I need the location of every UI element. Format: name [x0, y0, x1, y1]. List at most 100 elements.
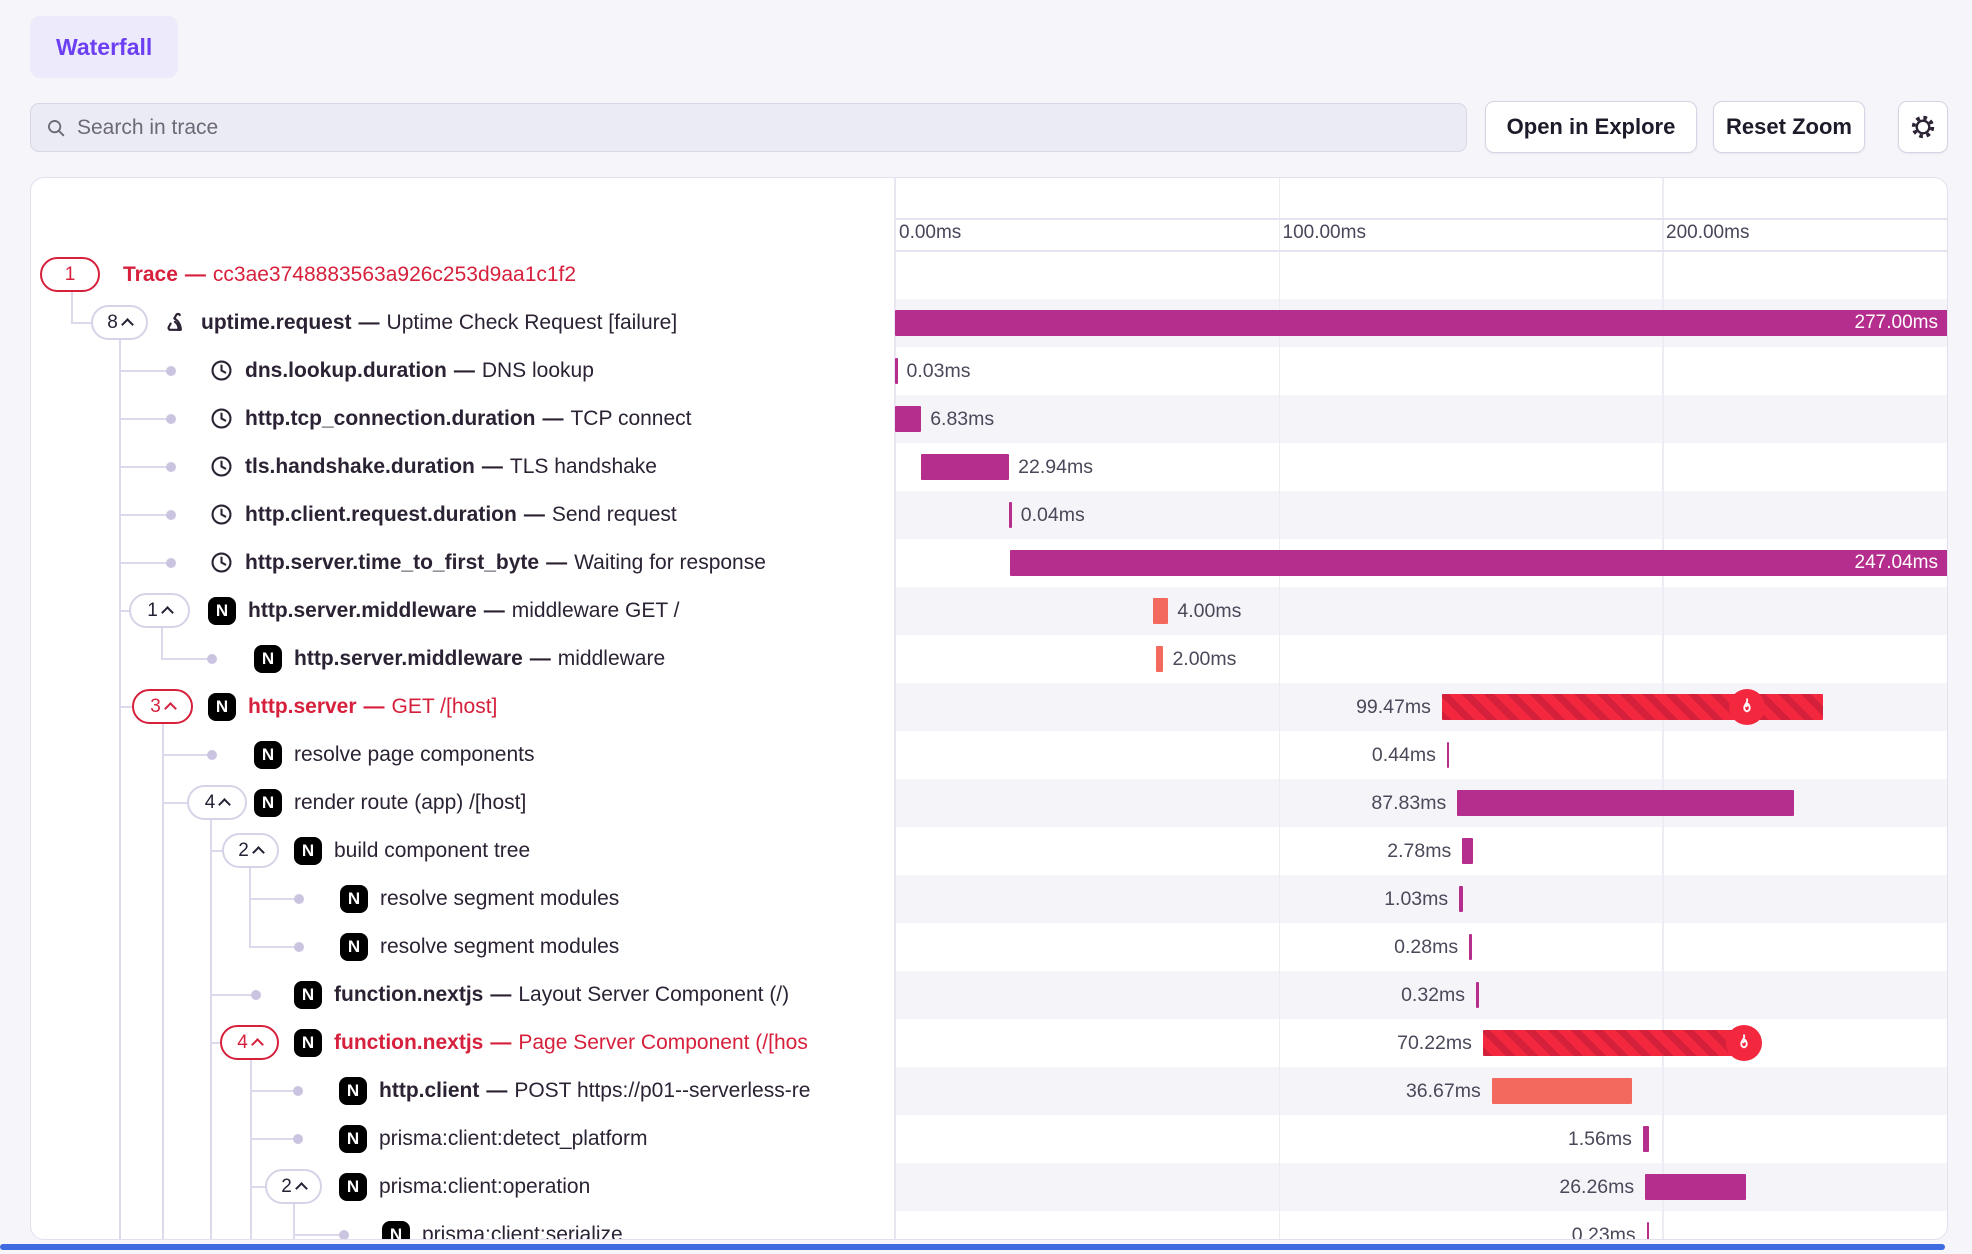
- duration-bar[interactable]: [1647, 1222, 1650, 1240]
- duration-bar[interactable]: [921, 454, 1009, 480]
- trace-row[interactable]: Nhttp.server.middleware—middleware2.00ms: [31, 635, 1947, 683]
- span-description: DNS lookup: [482, 359, 594, 382]
- nextjs-icon: N: [208, 693, 236, 721]
- trace-row[interactable]: http.client.request.duration—Send reques…: [31, 491, 1947, 539]
- trace-row[interactable]: http.server.time_to_first_byte—Waiting f…: [31, 539, 1947, 587]
- span-description: TLS handshake: [510, 455, 657, 478]
- search-icon: [45, 117, 67, 139]
- child-count: 2: [238, 840, 249, 862]
- span-op-name: http.server.middleware: [294, 647, 523, 670]
- duration-bar[interactable]: [1153, 598, 1168, 624]
- reset-zoom-button[interactable]: Reset Zoom: [1713, 101, 1865, 153]
- trace-row[interactable]: 4Nrender route (app) /[host]87.83ms: [31, 779, 1947, 827]
- trace-row[interactable]: Nprisma:client:serialize0.23ms: [31, 1211, 1947, 1240]
- trace-row[interactable]: dns.lookup.duration—DNS lookup0.03ms: [31, 347, 1947, 395]
- leaf-dot: [166, 462, 176, 472]
- trace-row[interactable]: tls.handshake.duration—TLS handshake22.9…: [31, 443, 1947, 491]
- expand-toggle-pill[interactable]: 4: [220, 1025, 279, 1060]
- duration-bar[interactable]: [1469, 934, 1472, 960]
- trace-row[interactable]: Nresolve page components0.44ms: [31, 731, 1947, 779]
- trace-row[interactable]: Nhttp.client—POST https://p01--serverles…: [31, 1067, 1947, 1115]
- expand-toggle-pill[interactable]: 2: [222, 833, 279, 868]
- trace-row[interactable]: Nprisma:client:detect_platform1.56ms: [31, 1115, 1947, 1163]
- duration-bar[interactable]: 277.00ms: [895, 310, 1948, 336]
- timeline-tick-label: 200.00ms: [1666, 218, 1749, 251]
- tree-guide-line: [119, 339, 121, 1240]
- panel-resize-divider[interactable]: [0, 1244, 1945, 1250]
- tab-waterfall[interactable]: Waterfall: [30, 16, 178, 78]
- nextjs-icon: N: [382, 1221, 410, 1240]
- duration-bar[interactable]: [1476, 982, 1479, 1008]
- span-title: uptime.request—Uptime Check Request [fai…: [201, 299, 894, 347]
- duration-bar[interactable]: [1442, 694, 1823, 720]
- expand-toggle-pill[interactable]: 1: [129, 593, 190, 628]
- duration-bar[interactable]: [895, 358, 898, 384]
- search-box[interactable]: [30, 103, 1467, 152]
- open-in-explore-button[interactable]: Open in Explore: [1485, 101, 1697, 153]
- duration-bar[interactable]: [1462, 838, 1473, 864]
- tree-connector: [119, 418, 173, 420]
- duration-label: 0.28ms: [1394, 934, 1458, 960]
- duration-bar[interactable]: [1447, 742, 1450, 768]
- span-title: function.nextjs—Page Server Component (/…: [334, 1019, 894, 1067]
- span-title: http.client.request.duration—Send reques…: [245, 491, 894, 539]
- flame-badge: [1729, 689, 1765, 725]
- duration-bar[interactable]: [1009, 502, 1012, 528]
- settings-button[interactable]: [1898, 101, 1948, 153]
- trace-row[interactable]: 2Nprisma:client:operation26.26ms: [31, 1163, 1947, 1211]
- child-count: 1: [65, 264, 76, 286]
- chevron-up-icon: [218, 798, 231, 811]
- nextjs-icon: N: [294, 1029, 322, 1057]
- clock-icon: [209, 502, 234, 532]
- tree-connector: [119, 466, 173, 468]
- trace-row[interactable]: Nresolve segment modules0.28ms: [31, 923, 1947, 971]
- span-op-name: dns.lookup.duration: [245, 359, 447, 382]
- span-op-name: tls.handshake.duration: [245, 455, 475, 478]
- duration-label: 0.32ms: [1401, 982, 1465, 1008]
- trace-row[interactable]: 2 Nbuild component tree 2.78ms: [31, 827, 1947, 875]
- nextjs-icon: N: [339, 1173, 367, 1201]
- span-title: build component tree: [334, 827, 894, 875]
- child-count: 8: [107, 312, 118, 334]
- duration-bar[interactable]: [1483, 1030, 1752, 1056]
- duration-bar[interactable]: [1156, 646, 1164, 672]
- expand-toggle-pill[interactable]: 1: [40, 257, 100, 292]
- tree-chart-divider[interactable]: [894, 178, 896, 1239]
- duration-bar[interactable]: [1643, 1126, 1649, 1152]
- duration-bar[interactable]: [1457, 790, 1794, 816]
- search-input[interactable]: [77, 116, 1452, 140]
- duration-bar[interactable]: [1492, 1078, 1633, 1104]
- expand-toggle-pill[interactable]: 3: [132, 689, 193, 724]
- trace-row[interactable]: 8 uptime.request—Uptime Check Request [fa…: [31, 299, 1947, 347]
- child-count: 4: [237, 1032, 248, 1054]
- duration-label: 2.78ms: [1387, 838, 1451, 864]
- separator-dash: —: [542, 407, 563, 430]
- expand-toggle-pill[interactable]: 4: [187, 785, 247, 820]
- expand-toggle-pill[interactable]: 2: [265, 1169, 322, 1204]
- trace-row[interactable]: Nfunction.nextjs—Layout Server Component…: [31, 971, 1947, 1019]
- duration-label: 26.26ms: [1559, 1174, 1634, 1200]
- nextjs-icon: N: [294, 837, 322, 865]
- trace-row[interactable]: 3Nhttp.server—GET /[host]99.47ms: [31, 683, 1947, 731]
- span-title: http.server.middleware—middleware: [294, 635, 894, 683]
- span-op-name: http.client: [379, 1079, 479, 1102]
- duration-bar[interactable]: [1645, 1174, 1746, 1200]
- span-op-name: http.tcp_connection.duration: [245, 407, 535, 430]
- duration-bar[interactable]: [1459, 886, 1463, 912]
- trace-row[interactable]: http.tcp_connection.duration—TCP connect…: [31, 395, 1947, 443]
- span-op-name: build component tree: [334, 839, 530, 862]
- trace-row[interactable]: 1Trace—cc3ae3748883563a926c253d9aa1c1f2: [31, 251, 1947, 299]
- duration-bar[interactable]: 247.04ms: [1010, 550, 1948, 576]
- timeline-tick-label: 100.00ms: [1283, 218, 1366, 251]
- leaf-dot: [166, 366, 176, 376]
- span-title: dns.lookup.duration—DNS lookup: [245, 347, 894, 395]
- duration-label: 277.00ms: [1855, 310, 1938, 336]
- expand-toggle-pill[interactable]: 8: [91, 305, 148, 340]
- duration-bar[interactable]: [895, 406, 921, 432]
- nextjs-icon: N: [339, 1077, 367, 1105]
- trace-row[interactable]: Nresolve segment modules1.03ms: [31, 875, 1947, 923]
- tree-connector: [119, 514, 173, 516]
- clock-icon: [209, 454, 234, 484]
- trace-row[interactable]: 4 Nfunction.nextjs—Page Server Component …: [31, 1019, 1947, 1067]
- trace-row[interactable]: 1Nhttp.server.middleware—middleware GET …: [31, 587, 1947, 635]
